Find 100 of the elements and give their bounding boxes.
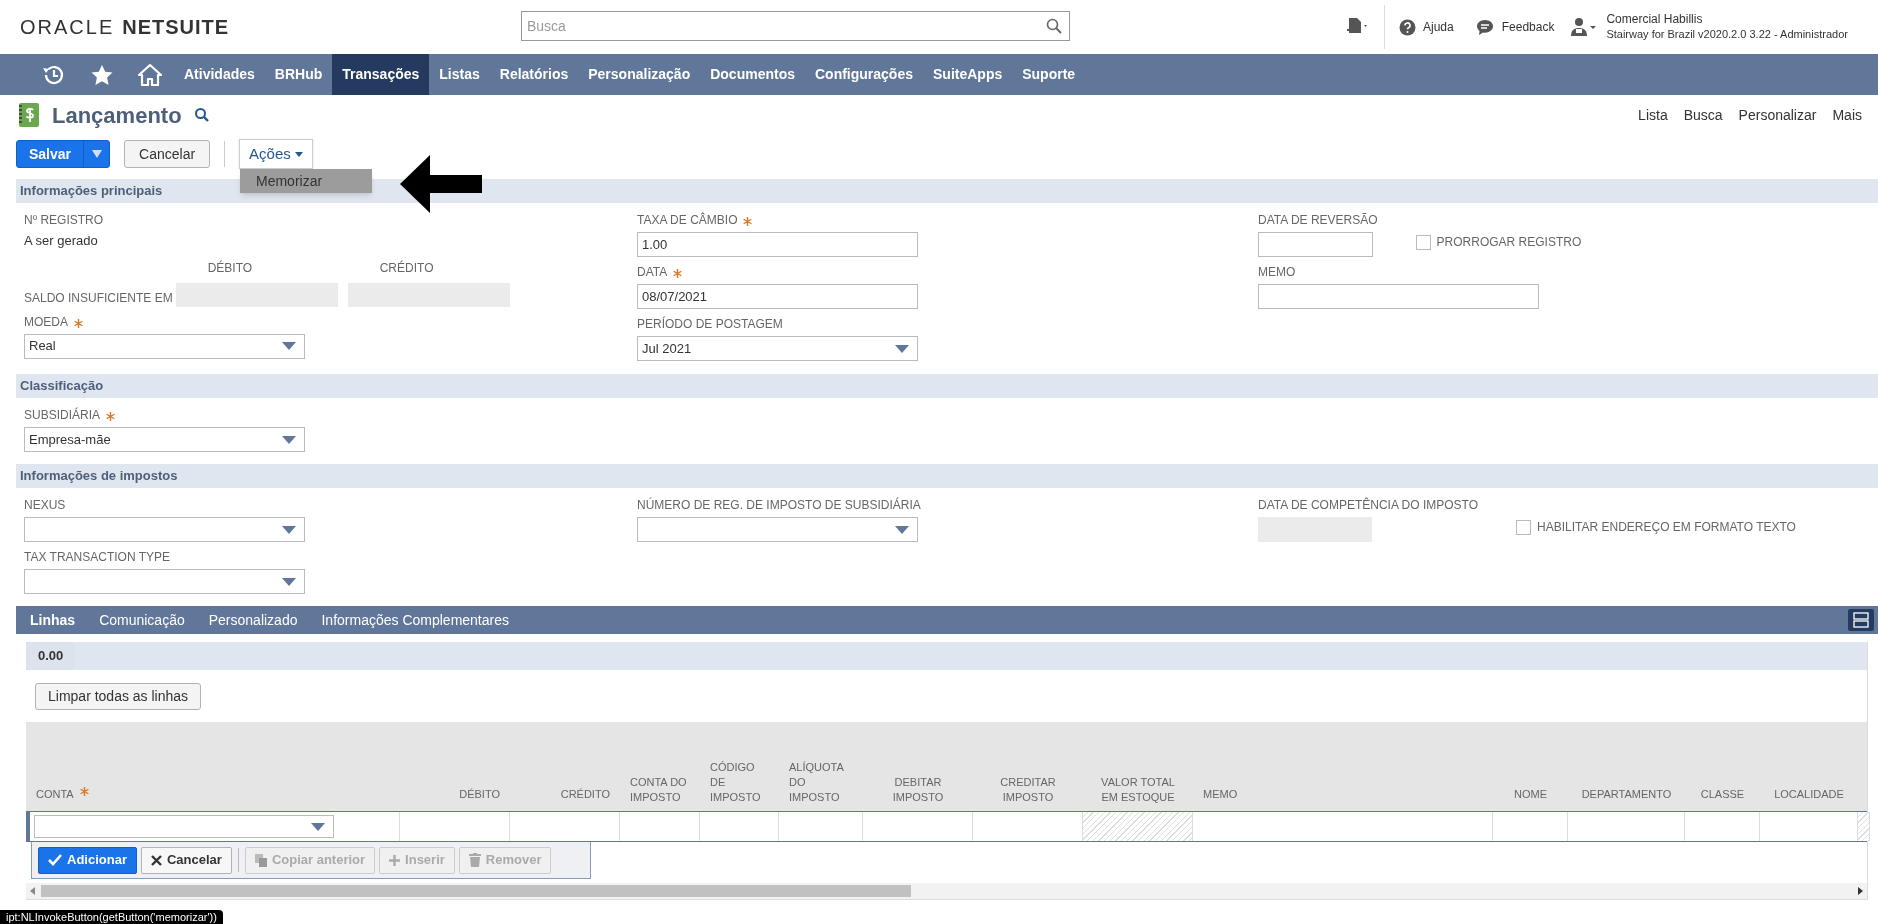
tab[interactable]: Informações Complementares [321, 609, 509, 631]
menu-item[interactable]: Memorizar [240, 169, 372, 193]
column-header: DÉBITO [459, 787, 500, 802]
checkbox-label: PRORROGAR REGISTRO [1436, 234, 1582, 251]
caret-icon[interactable] [294, 151, 303, 157]
dropdown-arrow-icon[interactable] [311, 822, 325, 831]
tab[interactable]: Linhas [30, 609, 76, 631]
scrollbar-thumb[interactable] [41, 885, 911, 897]
checkbox[interactable] [1415, 234, 1431, 250]
checkbox-label: HABILITAR ENDEREÇO EM FORMATO TEXTO [1537, 519, 1796, 536]
search-icon[interactable] [1046, 18, 1062, 34]
field-label: NÚMERO DE REG. DE IMPOSTO DE SUBSIDIÁRIA [637, 496, 921, 514]
column-heading: DÉBITO [206, 259, 254, 277]
nav-tab[interactable]: Transações [332, 54, 430, 95]
layout-toggle-icon[interactable] [1848, 609, 1874, 631]
input-field[interactable] [1258, 232, 1373, 257]
field-label: Nº REGISTRO [24, 212, 104, 229]
search-icon[interactable] [193, 107, 210, 123]
checkbox[interactable] [1516, 519, 1532, 535]
input-field[interactable] [1258, 284, 1539, 309]
nav-tab[interactable]: Documentos [700, 54, 805, 95]
field-label: DATA DE REVERSÃO [1258, 212, 1378, 229]
search-field[interactable]: Busca [521, 11, 1070, 41]
dropdown-field[interactable] [24, 569, 305, 594]
section-title: Informações de impostos [20, 467, 178, 486]
page-link[interactable]: Personalizar [1738, 104, 1817, 126]
status-bar-text: ipt:NLInvokeButton(getButton('memorizar')) [0, 910, 223, 924]
row-button[interactable]: Cancelar [140, 846, 232, 874]
nav-tab[interactable]: Atividades [174, 54, 265, 95]
column-header: NOME [1514, 787, 1547, 802]
user-name[interactable]: Comercial Habillis [1606, 12, 1848, 27]
row-button[interactable]: Adicionar [38, 846, 137, 874]
actions-menu-button[interactable]: Ações [239, 139, 313, 169]
clear-lines-button[interactable]: Limpar todas as linhas [35, 682, 202, 710]
logo-text: NETSUITE [122, 15, 230, 40]
field-label: MEMO [1258, 264, 1296, 281]
page-link[interactable]: Lista [1638, 104, 1668, 126]
arrow-icon [400, 155, 482, 213]
column-header: VALOR TOTAL EM ESTOQUE [1100, 775, 1176, 805]
column-header: CONTA DO IMPOSTO [630, 775, 688, 805]
field-value: A ser gerado [24, 232, 99, 250]
tab[interactable]: Comunicação [99, 609, 185, 631]
column-heading: CRÉDITO [378, 259, 435, 277]
dropdown-field[interactable]: Real [24, 333, 305, 359]
dropdown-arrow-icon[interactable] [895, 525, 909, 534]
help-icon[interactable] [1399, 18, 1416, 36]
dropdown-field[interactable] [24, 517, 305, 542]
page-link[interactable]: Busca [1683, 104, 1723, 126]
page-link[interactable]: Mais [1832, 104, 1862, 126]
column-header: LOCALIDADE [1774, 787, 1844, 802]
help-link[interactable]: Ajuda [1423, 18, 1454, 36]
field-label: TAXA DE CÂMBIO [637, 211, 738, 229]
dropdown-field[interactable]: Empresa-mãe [24, 427, 305, 452]
nav-tab[interactable]: Relatórios [489, 54, 579, 95]
dropdown-field[interactable]: Jul 2021 [637, 336, 918, 361]
dropdown-arrow-icon[interactable] [282, 435, 296, 444]
column-header: CÓDIGO DE IMPOSTO [710, 760, 762, 805]
dropdown-arrow-icon[interactable] [282, 525, 296, 534]
logo-text: ORACLE [20, 15, 115, 40]
tab[interactable]: Personalizado [208, 609, 298, 631]
column-header: CREDITAR IMPOSTO [999, 775, 1057, 805]
ledger-icon [18, 102, 40, 128]
nav-tab[interactable]: SuiteApps [923, 54, 1013, 95]
nav-tab[interactable]: Configurações [805, 54, 923, 95]
field-label: SUBSIDIÁRIA [24, 406, 101, 424]
field-label: DATA [637, 264, 668, 281]
feedback-link[interactable]: Feedback [1501, 18, 1555, 36]
plus-icon [389, 854, 401, 866]
user-role-icon[interactable] [1570, 17, 1599, 37]
column-header: ALÍQUOTA DO IMPOSTO [789, 760, 845, 805]
field-label: SALDO INSUFICIENTE EM [24, 289, 174, 307]
nav-tab[interactable]: Personalização [578, 54, 701, 95]
input-field[interactable]: 08/07/2021 [637, 284, 918, 309]
nav-tab[interactable]: BRHub [264, 54, 333, 95]
field-label: DATA DE COMPETÊNCIA DO IMPOSTO [1258, 496, 1479, 514]
check-icon [48, 854, 62, 866]
close-icon [150, 854, 162, 866]
section-title: Classificação [20, 377, 104, 396]
scroll-left-icon[interactable] [30, 887, 35, 895]
save-button[interactable]: Salvar [16, 140, 111, 168]
user-role[interactable]: Stairway for Brazil v2020.2.0 3.22 - Administrador [1606, 27, 1848, 42]
dropdown-arrow-icon[interactable] [282, 577, 296, 586]
scroll-right-icon[interactable] [1858, 887, 1863, 895]
field-label: NEXUS [24, 497, 66, 514]
column-header: DEPARTAMENTO [1581, 787, 1672, 802]
nav-tab[interactable]: Suporte [1012, 54, 1086, 95]
field-label: MOEDA [24, 313, 68, 331]
field-label: PERÍODO DE POSTAGEM [637, 315, 783, 333]
input-field[interactable]: 1.00 [637, 232, 918, 257]
column-header: MEMO [1203, 787, 1238, 802]
nav-tab[interactable]: Listas [429, 54, 490, 95]
dropdown-arrow-icon[interactable] [895, 344, 909, 353]
horizontal-scrollbar[interactable] [26, 883, 1867, 899]
dropdown-field[interactable] [637, 517, 918, 542]
chat-bubble-icon[interactable] [1475, 18, 1494, 36]
cancel-button[interactable]: Cancelar [124, 140, 211, 168]
dropdown-arrow-icon[interactable] [282, 342, 296, 350]
caret-icon[interactable] [91, 150, 102, 158]
copy-icon [254, 853, 267, 867]
dropdown-field[interactable] [34, 815, 334, 838]
